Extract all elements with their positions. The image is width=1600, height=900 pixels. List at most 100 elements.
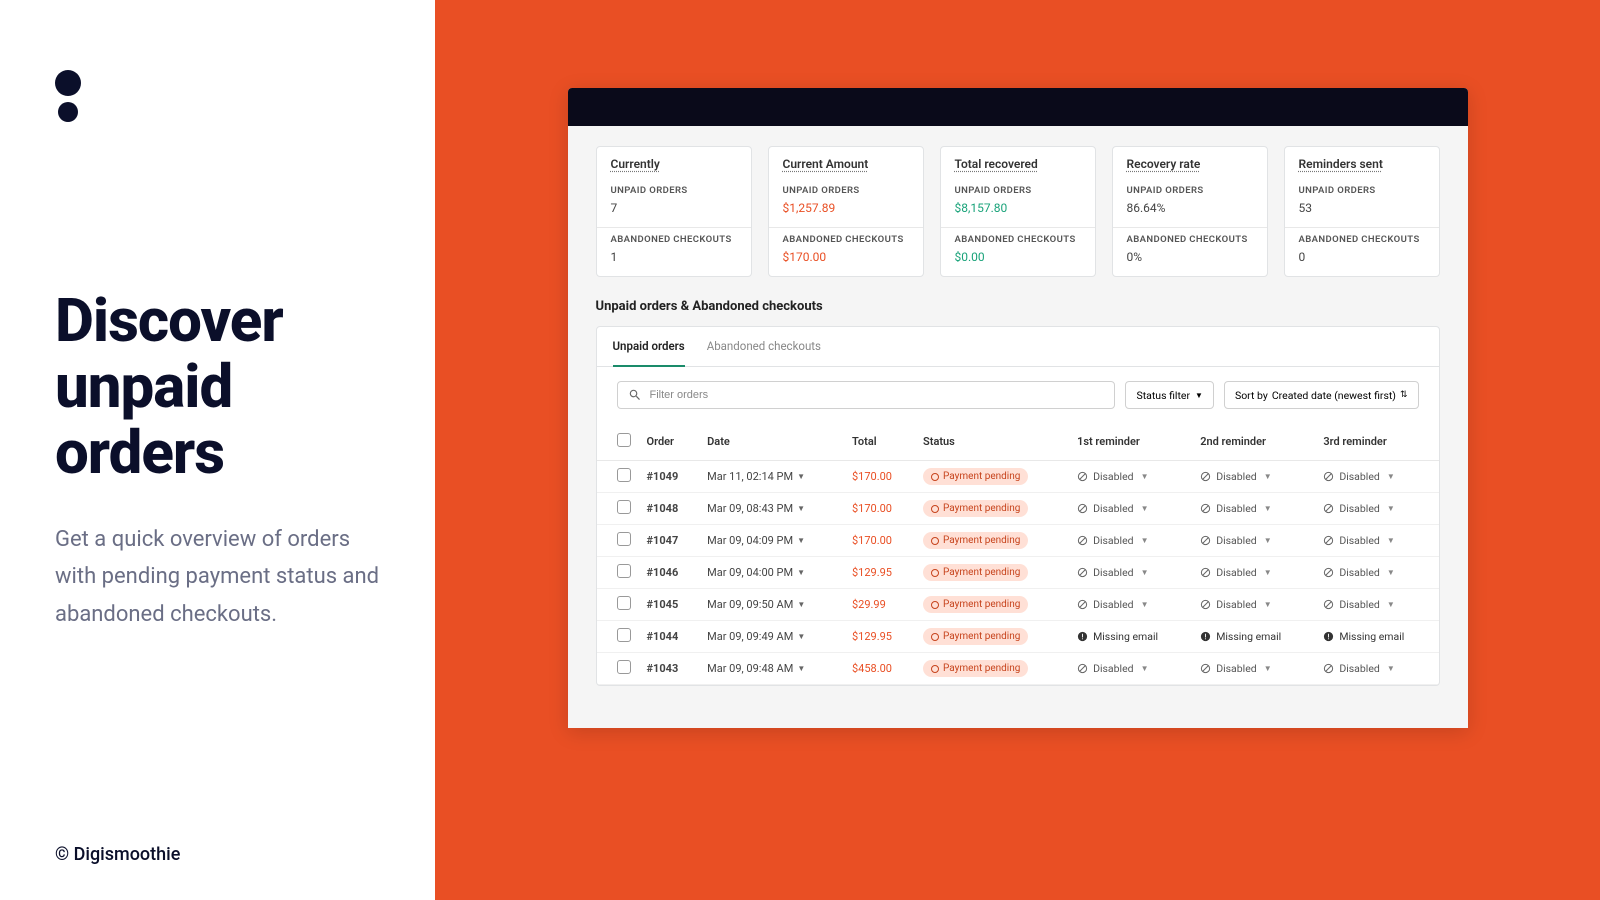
sort-prefix: Sort by <box>1235 389 1268 402</box>
logo-dot-icon <box>58 102 78 122</box>
reminder-3[interactable]: Missing email <box>1323 630 1430 643</box>
reminder-label: Disabled <box>1216 662 1257 675</box>
chevron-down-icon: ▼ <box>1387 472 1395 481</box>
row-checkbox[interactable] <box>617 660 631 674</box>
table-row[interactable]: #1046Mar 09, 04:00 PM▼$129.95Payment pen… <box>597 557 1439 589</box>
search-input[interactable] <box>650 389 1105 401</box>
chevron-down-icon: ▼ <box>797 536 805 545</box>
reminder-3[interactable]: Disabled▼ <box>1323 662 1430 675</box>
status-filter-button[interactable]: Status filter ▼ <box>1125 381 1213 409</box>
reminder-3[interactable]: Disabled▼ <box>1323 534 1430 547</box>
row-checkbox[interactable] <box>617 468 631 482</box>
date-cell[interactable]: Mar 09, 09:49 AM▼ <box>707 630 836 643</box>
sort-icon: ⇅ <box>1400 391 1408 400</box>
sort-button[interactable]: Sort by Created date (newest first) ⇅ <box>1224 381 1419 409</box>
stat-title: Current Amount <box>769 147 923 179</box>
tab-unpaid-orders[interactable]: Unpaid orders <box>613 327 685 367</box>
date-cell[interactable]: Mar 09, 09:50 AM▼ <box>707 598 836 611</box>
reminder-label: Disabled <box>1339 470 1380 483</box>
sort-value: Created date (newest first) <box>1272 389 1396 402</box>
stat-unpaid: UNPAID ORDERS7 <box>597 179 751 228</box>
reminder-1[interactable]: Disabled▼ <box>1077 598 1184 611</box>
table-row[interactable]: #1044Mar 09, 09:49 AM▼$129.95Payment pen… <box>597 621 1439 653</box>
date-cell[interactable]: Mar 09, 04:09 PM ▼ <box>707 534 836 547</box>
chevron-down-icon: ▼ <box>1387 504 1395 513</box>
stat-unpaid: UNPAID ORDERS$1,257.89 <box>769 179 923 228</box>
reminder-2[interactable]: Disabled▼ <box>1200 470 1307 483</box>
tabs: Unpaid orders Abandoned checkouts <box>597 327 1439 367</box>
chevron-down-icon: ▼ <box>797 600 805 609</box>
stat-abandoned: ABANDONED CHECKOUTS$0.00 <box>941 228 1095 276</box>
order-total: $129.95 <box>844 557 915 589</box>
reminder-label: Disabled <box>1216 502 1257 515</box>
stat-label: ABANDONED CHECKOUTS <box>611 234 737 245</box>
reminder-3[interactable]: Disabled▼ <box>1323 502 1430 515</box>
stats-row: CurrentlyUNPAID ORDERS7ABANDONED CHECKOU… <box>596 146 1440 277</box>
app-window: CurrentlyUNPAID ORDERS7ABANDONED CHECKOU… <box>568 88 1468 728</box>
reminder-1[interactable]: Disabled▼ <box>1077 662 1184 675</box>
reminder-label: Disabled <box>1093 598 1134 611</box>
order-total: $170.00 <box>844 493 915 525</box>
stat-value: 0% <box>1127 250 1253 264</box>
chevron-down-icon: ▼ <box>1141 568 1149 577</box>
date-cell[interactable]: Mar 09, 09:48 AM▼ <box>707 662 836 675</box>
chevron-down-icon: ▼ <box>1141 536 1149 545</box>
col-total: Total <box>844 423 915 461</box>
date-cell[interactable]: Mar 11, 02:14 PM▼ <box>707 470 836 483</box>
stat-label: UNPAID ORDERS <box>955 185 1081 196</box>
orders-card: Unpaid orders Abandoned checkouts Status… <box>596 326 1440 686</box>
table-row[interactable]: #1045Mar 09, 09:50 AM▼$29.99Payment pend… <box>597 589 1439 621</box>
order-date: Mar 09, 08:43 PM <box>707 502 793 515</box>
reminder-2[interactable]: Disabled ▼ <box>1200 662 1307 675</box>
stat-title: Reminders sent <box>1285 147 1439 179</box>
reminder-2[interactable]: Missing email <box>1200 630 1307 643</box>
screenshot-panel: CurrentlyUNPAID ORDERS7ABANDONED CHECKOU… <box>435 0 1600 900</box>
order-total: $170.00 <box>844 461 915 493</box>
marketing-panel: Discover unpaid orders Get a quick overv… <box>0 0 435 900</box>
stat-abandoned: ABANDONED CHECKOUTS0 <box>1285 228 1439 276</box>
order-date: Mar 09, 04:09 PM <box>707 534 793 547</box>
chevron-down-icon: ▼ <box>1264 664 1272 673</box>
row-checkbox[interactable] <box>617 500 631 514</box>
reminder-3[interactable]: Disabled ▼ <box>1323 470 1430 483</box>
tab-abandoned-checkouts[interactable]: Abandoned checkouts <box>707 327 821 366</box>
reminder-label: Missing email <box>1216 630 1281 643</box>
order-id: #1045 <box>639 589 700 621</box>
row-checkbox[interactable] <box>617 628 631 642</box>
table-row[interactable]: #1047Mar 09, 04:09 PM▼$170.00Payment pen… <box>597 525 1439 557</box>
order-id: #1047 <box>639 525 700 557</box>
reminder-2[interactable]: Disabled▼ <box>1200 566 1307 579</box>
reminder-1[interactable]: Disabled▼ <box>1077 534 1184 547</box>
chevron-down-icon: ▼ <box>1387 600 1395 609</box>
date-cell[interactable]: Mar 09, 04:00 PM▼ <box>707 566 836 579</box>
reminder-label: Disabled <box>1093 566 1134 579</box>
date-cell[interactable]: Mar 09, 08:43 PM▼ <box>707 502 836 515</box>
table-row[interactable]: #1049Mar 11, 02:14 PM▼$170.00Payment pen… <box>597 461 1439 493</box>
row-checkbox[interactable] <box>617 596 631 610</box>
table-header-row: Order Date Total Status 1st reminder 2nd… <box>597 423 1439 461</box>
reminder-2[interactable]: Disabled▼ <box>1200 598 1307 611</box>
status-badge: Payment pending <box>923 468 1028 485</box>
reminder-1[interactable]: Disabled▼ <box>1077 502 1184 515</box>
col-2nd-reminder: 2nd reminder <box>1192 423 1315 461</box>
table-row[interactable]: #1043Mar 09, 09:48 AM▼$458.00Payment pen… <box>597 653 1439 685</box>
select-all-checkbox[interactable] <box>617 433 631 447</box>
reminder-3[interactable]: Disabled▼ <box>1323 566 1430 579</box>
table-row[interactable]: #1048Mar 09, 08:43 PM▼$170.00Payment pen… <box>597 493 1439 525</box>
status-badge: Payment pending <box>923 564 1028 581</box>
chevron-down-icon: ▼ <box>1387 664 1395 673</box>
reminder-2[interactable]: Disabled▼ <box>1200 502 1307 515</box>
reminder-3[interactable]: Disabled▼ <box>1323 598 1430 611</box>
reminder-2[interactable]: Disabled▼ <box>1200 534 1307 547</box>
search-input-wrapper[interactable] <box>617 381 1116 409</box>
stat-title: Total recovered <box>941 147 1095 179</box>
row-checkbox[interactable] <box>617 532 631 546</box>
reminder-1[interactable]: Disabled▼ <box>1077 470 1184 483</box>
reminder-1[interactable]: Disabled ▼ <box>1077 566 1184 579</box>
reminder-label: Disabled <box>1339 566 1380 579</box>
chevron-down-icon: ▼ <box>1264 536 1272 545</box>
chevron-down-icon: ▼ <box>1387 536 1395 545</box>
order-date: Mar 11, 02:14 PM <box>707 470 793 483</box>
row-checkbox[interactable] <box>617 564 631 578</box>
reminder-1[interactable]: Missing email <box>1077 630 1184 643</box>
